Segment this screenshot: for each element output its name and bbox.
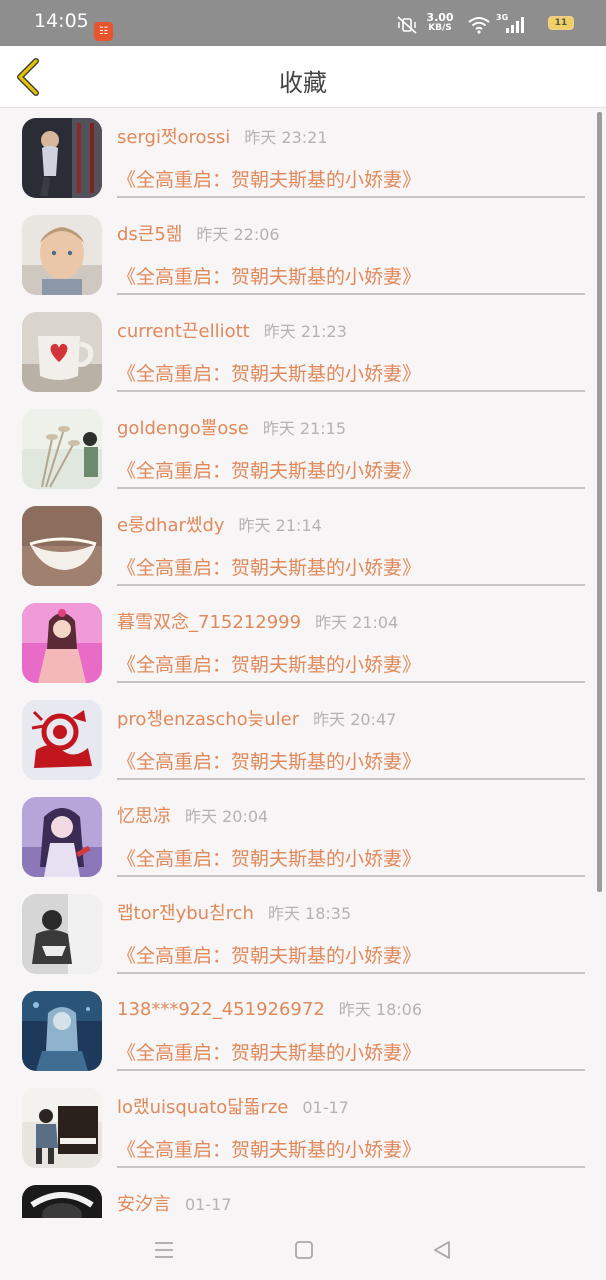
list-item[interactable]: 忆思凉 昨天 20:04 《全高重启：贺朝夫斯基的小娇妻》 — [0, 787, 606, 884]
status-time: 14:05 — [34, 10, 89, 32]
book-title-link[interactable]: 《全高重启：贺朝夫斯基的小娇妻》 — [117, 359, 585, 392]
wifi-icon — [468, 17, 490, 34]
book-title-link[interactable]: 《全高重启：贺朝夫斯基的小娇妻》 — [117, 747, 585, 780]
book-title-link[interactable]: 《全高重启：贺朝夫斯基的小娇妻》 — [117, 844, 585, 877]
book-title-link[interactable]: 《全高重启：贺朝夫斯基的小娇妻》 — [117, 650, 585, 683]
scrollbar[interactable] — [597, 112, 602, 892]
list-item[interactable]: lo랬uisquato닯똛rze 01-17 《全高重启：贺朝夫斯基的小娇妻》 — [0, 1078, 606, 1175]
username[interactable]: ds큰5렒 昨天 22:06 — [117, 220, 280, 246]
timestamp: 昨天 21:15 — [262, 419, 347, 438]
home-button[interactable] — [292, 1238, 316, 1262]
book-title-link[interactable]: 《全高重启：贺朝夫斯基的小娇妻》 — [117, 941, 585, 974]
app-notification-icon: ☷ — [94, 22, 113, 41]
timestamp: 昨天 22:06 — [196, 225, 280, 244]
avatar[interactable] — [22, 1185, 102, 1218]
book-title-link[interactable]: 《全高重启：贺朝夫斯基的小娇妻》 — [117, 456, 585, 489]
status-bar: 14:05 ☷ 3.00 KB/S 3G 11 — [0, 0, 606, 46]
username[interactable]: pro챙enzascho늦uler 昨天 20:47 — [117, 705, 396, 731]
list-item[interactable]: e룽dhar쎘dy 昨天 21:14 《全高重启：贺朝夫斯基的小娇妻》 — [0, 496, 606, 593]
timestamp: 昨天 21:04 — [315, 613, 399, 632]
list-item[interactable]: 暮雪双念_715212999 昨天 21:04 《全高重启：贺朝夫斯基的小娇妻》 — [0, 593, 606, 690]
system-nav-bar — [0, 1218, 606, 1280]
username[interactable]: 安汐言 01-17 — [117, 1190, 232, 1216]
list-item[interactable]: sergi쩟orossi 昨天 23:21 《全高重启：贺朝夫斯基的小娇妻》 — [0, 108, 606, 205]
list-item[interactable]: goldengo뿔ose 昨天 21:15 《全高重启：贺朝夫斯基的小娇妻》 — [0, 399, 606, 496]
nav-back-button[interactable] — [430, 1238, 454, 1262]
network-speed: 3.00 KB/S — [426, 11, 454, 33]
timestamp: 昨天 21:14 — [238, 516, 322, 535]
timestamp: 昨天 20:47 — [313, 710, 397, 729]
username[interactable]: e룽dhar쎘dy 昨天 21:14 — [117, 511, 322, 537]
mute-vibrate-icon — [397, 16, 417, 34]
menu-icon — [155, 1242, 173, 1258]
timestamp: 昨天 18:35 — [267, 904, 352, 923]
avatar[interactable] — [22, 797, 102, 877]
username[interactable]: 138***922_451926972 昨天 18:06 — [117, 996, 422, 1020]
avatar[interactable] — [22, 991, 102, 1071]
username[interactable]: 忆思凉 昨天 20:04 — [117, 802, 268, 828]
triangle-back-icon — [434, 1241, 450, 1259]
timestamp: 昨天 20:04 — [185, 807, 269, 826]
signal-icon — [506, 17, 524, 33]
username[interactable]: goldengo뿔ose 昨天 21:15 — [117, 414, 346, 440]
timestamp: 昨天 18:06 — [338, 1000, 422, 1019]
book-title-link[interactable]: 《全高重启：贺朝夫斯基的小娇妻》 — [117, 553, 585, 586]
list-item[interactable]: ds큰5렒 昨天 22:06 《全高重启：贺朝夫斯基的小娇妻》 — [0, 205, 606, 302]
avatar[interactable] — [22, 603, 102, 683]
app-header: 收藏 — [0, 46, 606, 108]
avatar[interactable] — [22, 506, 102, 586]
timestamp: 昨天 21:23 — [263, 322, 347, 341]
page-title: 收藏 — [279, 69, 327, 97]
book-title-link[interactable]: 《全高重启：贺朝夫斯基的小娇妻》 — [117, 262, 585, 295]
book-title-link[interactable]: 《全高重启：贺朝夫斯基的小娇妻》 — [117, 1038, 585, 1071]
book-title-link[interactable]: 《全高重启：贺朝夫斯基的小娇妻》 — [117, 1135, 585, 1168]
timestamp: 昨天 23:21 — [244, 128, 328, 147]
username[interactable]: sergi쩟orossi 昨天 23:21 — [117, 123, 328, 149]
avatar[interactable] — [22, 894, 102, 974]
timestamp: 01-17 — [185, 1195, 232, 1214]
square-icon — [295, 1241, 313, 1259]
list-item[interactable]: 安汐言 01-17 — [0, 1175, 606, 1218]
username[interactable]: 暮雪双念_715212999 昨天 21:04 — [117, 608, 398, 634]
username[interactable]: current끈elliott 昨天 21:23 — [117, 317, 347, 343]
list-item[interactable]: current끈elliott 昨天 21:23 《全高重启：贺朝夫斯基的小娇妻》 — [0, 302, 606, 399]
list-item[interactable]: pro챙enzascho늦uler 昨天 20:47 《全高重启：贺朝夫斯基的小娇… — [0, 690, 606, 787]
username[interactable]: 랩tor잰ybu칟rch 昨天 18:35 — [117, 899, 351, 925]
book-title-link[interactable]: 《全高重启：贺朝夫斯基的小娇妻》 — [117, 165, 585, 198]
username[interactable]: lo랬uisquato닯똛rze 01-17 — [117, 1093, 349, 1119]
list-item[interactable]: 138***922_451926972 昨天 18:06 《全高重启：贺朝夫斯基的… — [0, 981, 606, 1078]
menu-button[interactable] — [152, 1238, 176, 1262]
avatar[interactable] — [22, 312, 102, 392]
list-item[interactable]: 랩tor잰ybu칟rch 昨天 18:35 《全高重启：贺朝夫斯基的小娇妻》 — [0, 884, 606, 981]
avatar[interactable] — [22, 409, 102, 489]
avatar[interactable] — [22, 700, 102, 780]
avatar[interactable] — [22, 215, 102, 295]
battery-indicator: 11 — [548, 16, 574, 30]
avatar[interactable] — [22, 118, 102, 198]
avatar[interactable] — [22, 1088, 102, 1168]
timestamp: 01-17 — [302, 1098, 349, 1117]
favorites-list[interactable]: sergi쩟orossi 昨天 23:21 《全高重启：贺朝夫斯基的小娇妻》 ds… — [0, 108, 606, 1218]
